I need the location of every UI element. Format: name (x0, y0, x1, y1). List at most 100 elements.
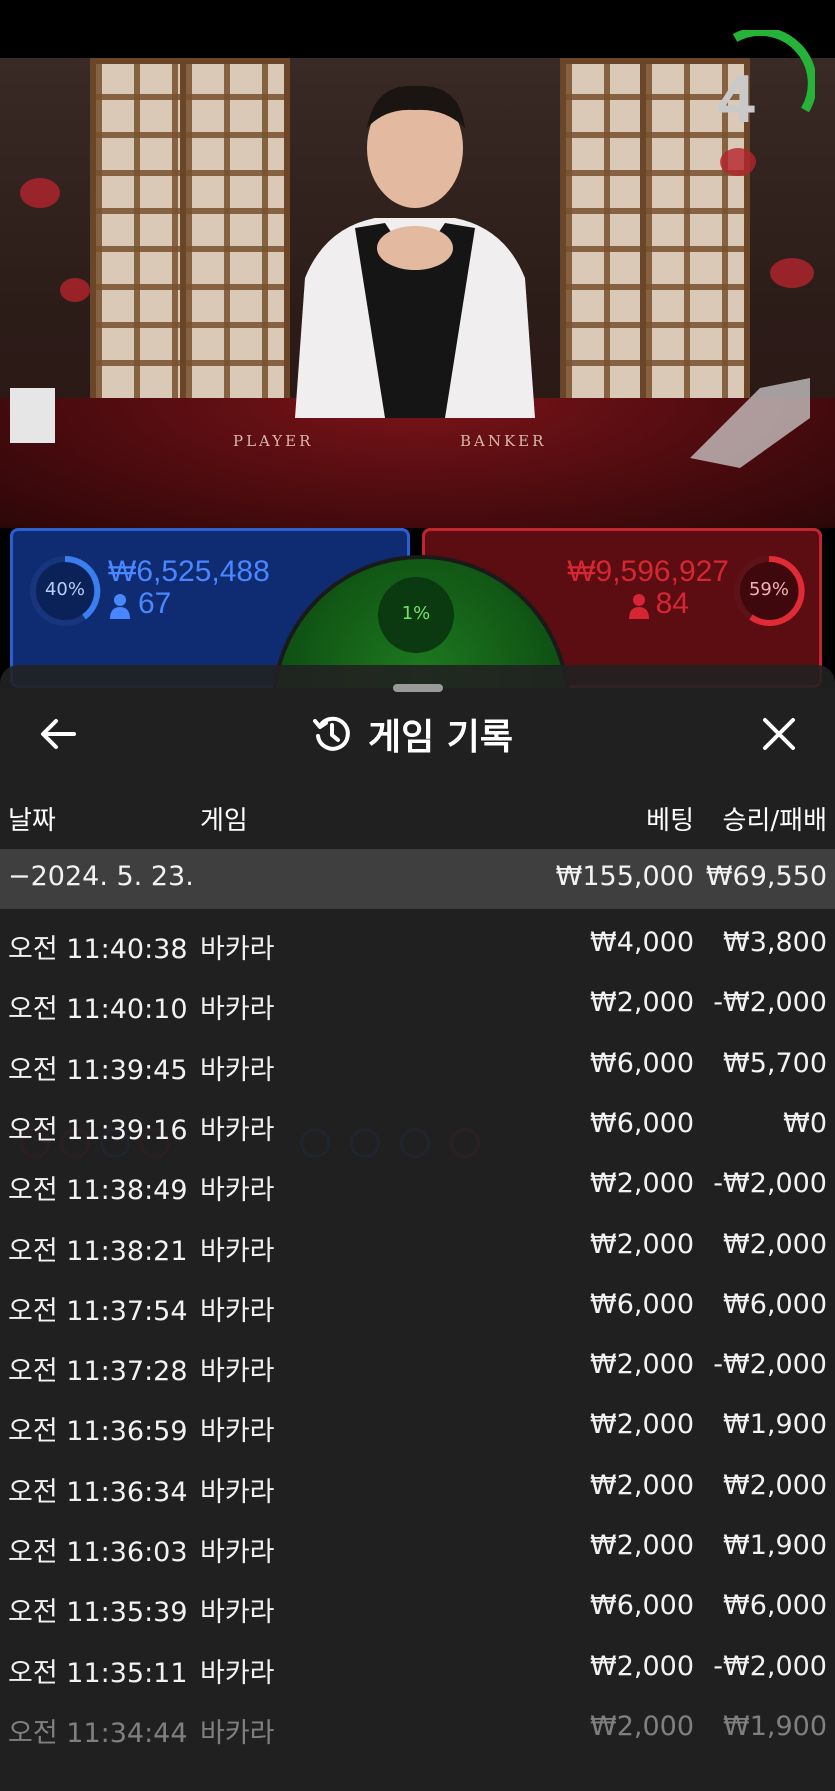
history-bet: ₩2,000 (590, 1469, 694, 1501)
history-time: 오전 11:40:38 (8, 934, 188, 965)
history-result: -₩2,000 (713, 1168, 827, 1200)
history-time: 오전 11:35:39 (8, 1597, 188, 1629)
sheet-drag-handle[interactable] (393, 684, 443, 692)
banker-amount: ₩9,596,927 (567, 555, 729, 588)
blossom-decoration (720, 148, 756, 176)
history-time: 오전 11:39:45 (8, 1054, 188, 1086)
history-bet: ₩6,000 (590, 1107, 694, 1139)
history-row[interactable]: 오전 11:40:10 바카라 ₩2,000 -₩2,000 (0, 975, 835, 1035)
history-game: 바카라 (200, 934, 275, 965)
history-game: 바카라 (200, 1295, 275, 1327)
history-bet: ₩2,000 (590, 1349, 694, 1381)
history-game: 바카라 (200, 1356, 275, 1388)
banker-percent: 59% (748, 579, 789, 600)
card-shoe (690, 378, 810, 468)
history-row[interactable]: 오전 11:36:59 바카라 ₩2,000 ₩1,900 (0, 1397, 835, 1457)
history-row[interactable]: 오전 11:38:49 바카라 ₩2,000 -₩2,000 (0, 1156, 835, 1216)
history-result: ₩1,900 (723, 1530, 827, 1561)
date-summary-row[interactable]: −2024. 5. 23. ₩155,000 ₩69,550 (0, 849, 835, 909)
history-result: -₩2,000 (713, 987, 827, 1019)
history-game: 바카라 (200, 1476, 275, 1508)
sheet-title-text: 게임 기록 (368, 717, 514, 758)
history-row[interactable]: 오전 11:35:39 바카라 ₩6,000 ₩6,000 (0, 1578, 835, 1638)
history-time: 오전 11:35:11 (8, 1657, 188, 1689)
history-bet: ₩2,000 (590, 1650, 694, 1682)
history-time: 오전 11:37:28 (8, 1356, 188, 1388)
history-result: ₩1,900 (723, 1409, 827, 1441)
history-row[interactable]: 오전 11:37:28 바카라 ₩2,000 -₩2,000 (0, 1337, 835, 1397)
summary-date: −2024. 5. 23. (8, 861, 194, 892)
history-result: ₩5,700 (723, 1047, 827, 1079)
history-game: 바카라 (200, 1717, 275, 1749)
card-stack (10, 388, 55, 443)
summary-bet: ₩155,000 (555, 861, 694, 892)
history-bet: ₩6,000 (590, 1047, 694, 1079)
arrow-left-icon[interactable] (36, 712, 80, 756)
history-result: ₩6,000 (723, 1590, 827, 1622)
history-bet: ₩2,000 (590, 1530, 694, 1561)
summary-result: ₩69,550 (705, 861, 827, 892)
history-time: 오전 11:34:44 (8, 1717, 188, 1749)
history-game: 바카라 (200, 1235, 275, 1267)
history-time: 오전 11:36:03 (8, 1537, 188, 1568)
blossom-decoration (770, 258, 814, 288)
banker-user-icon (629, 594, 649, 619)
close-icon[interactable] (757, 712, 801, 756)
countdown-number: 4 (717, 61, 755, 137)
history-time: 오전 11:38:21 (8, 1235, 188, 1267)
history-row[interactable]: 오전 11:40:38 바카라 ₩4,000 ₩3,800 (0, 915, 835, 975)
history-time: 오전 11:38:49 (8, 1175, 188, 1207)
history-result: -₩2,000 (713, 1650, 827, 1682)
dealer-figure (295, 85, 535, 418)
history-game: 바카라 (200, 1657, 275, 1689)
tie-percent: 1% (401, 603, 431, 624)
player-percent: 40% (44, 579, 85, 600)
history-game: 바카라 (200, 1537, 275, 1568)
history-icon (313, 716, 350, 751)
history-time: 오전 11:37:54 (8, 1295, 188, 1327)
player-amount: ₩6,525,488 (108, 555, 270, 588)
history-row[interactable]: 오전 11:39:16 바카라 ₩6,000 ₩0 (0, 1096, 835, 1156)
column-header-date: 날짜 (8, 806, 56, 836)
history-result: ₩1,900 (723, 1710, 827, 1742)
player-count: 67 (138, 587, 172, 620)
history-time: 오전 11:39:16 (8, 1114, 188, 1146)
history-game: 바카라 (200, 994, 275, 1026)
column-header-result: 승리/패배 (722, 806, 827, 836)
history-result: ₩3,800 (723, 927, 827, 958)
table-label-player: PLAYER (233, 432, 314, 450)
history-bet: ₩2,000 (590, 987, 694, 1019)
history-result: ₩0 (783, 1107, 827, 1139)
history-row[interactable]: 오전 11:37:54 바카라 ₩6,000 ₩6,000 (0, 1277, 835, 1337)
history-bet: ₩4,000 (590, 927, 694, 958)
history-bet: ₩6,000 (590, 1288, 694, 1320)
column-header-game: 게임 (200, 806, 248, 836)
history-row[interactable]: 오전 11:38:21 바카라 ₩2,000 ₩2,000 (0, 1217, 835, 1277)
history-row[interactable]: 오전 11:34:44 바카라 ₩2,000 ₩1,900 (0, 1699, 835, 1759)
history-result: -₩2,000 (713, 1349, 827, 1381)
history-time: 오전 11:40:10 (8, 994, 188, 1026)
history-row[interactable]: 오전 11:39:45 바카라 ₩6,000 ₩5,700 (0, 1036, 835, 1096)
blossom-decoration (20, 178, 60, 208)
history-time: 오전 11:36:59 (8, 1416, 188, 1448)
history-result: ₩6,000 (723, 1288, 827, 1320)
history-game: 바카라 (200, 1054, 275, 1086)
history-bet: ₩6,000 (590, 1590, 694, 1622)
history-row[interactable]: 오전 11:36:03 바카라 ₩2,000 ₩1,900 (0, 1518, 835, 1578)
history-game: 바카라 (200, 1175, 275, 1207)
history-row[interactable]: 오전 11:35:11 바카라 ₩2,000 -₩2,000 (0, 1639, 835, 1699)
history-row[interactable]: 오전 11:36:34 바카라 ₩2,000 ₩2,000 (0, 1458, 835, 1518)
history-game: 바카라 (200, 1416, 275, 1448)
history-bet: ₩2,000 (590, 1409, 694, 1441)
table-label-banker: BANKER (460, 432, 547, 450)
blossom-decoration (60, 278, 90, 302)
sheet-title: 게임 기록 (312, 708, 513, 760)
history-bet: ₩2,000 (590, 1710, 694, 1742)
banker-count: 84 (655, 587, 689, 620)
history-result: ₩2,000 (723, 1469, 827, 1501)
column-header-bet: 베팅 (646, 806, 694, 836)
history-game: 바카라 (200, 1114, 275, 1146)
history-game: 바카라 (200, 1597, 275, 1629)
history-result: ₩2,000 (723, 1228, 827, 1260)
decorative-screen-center-left (180, 58, 290, 448)
